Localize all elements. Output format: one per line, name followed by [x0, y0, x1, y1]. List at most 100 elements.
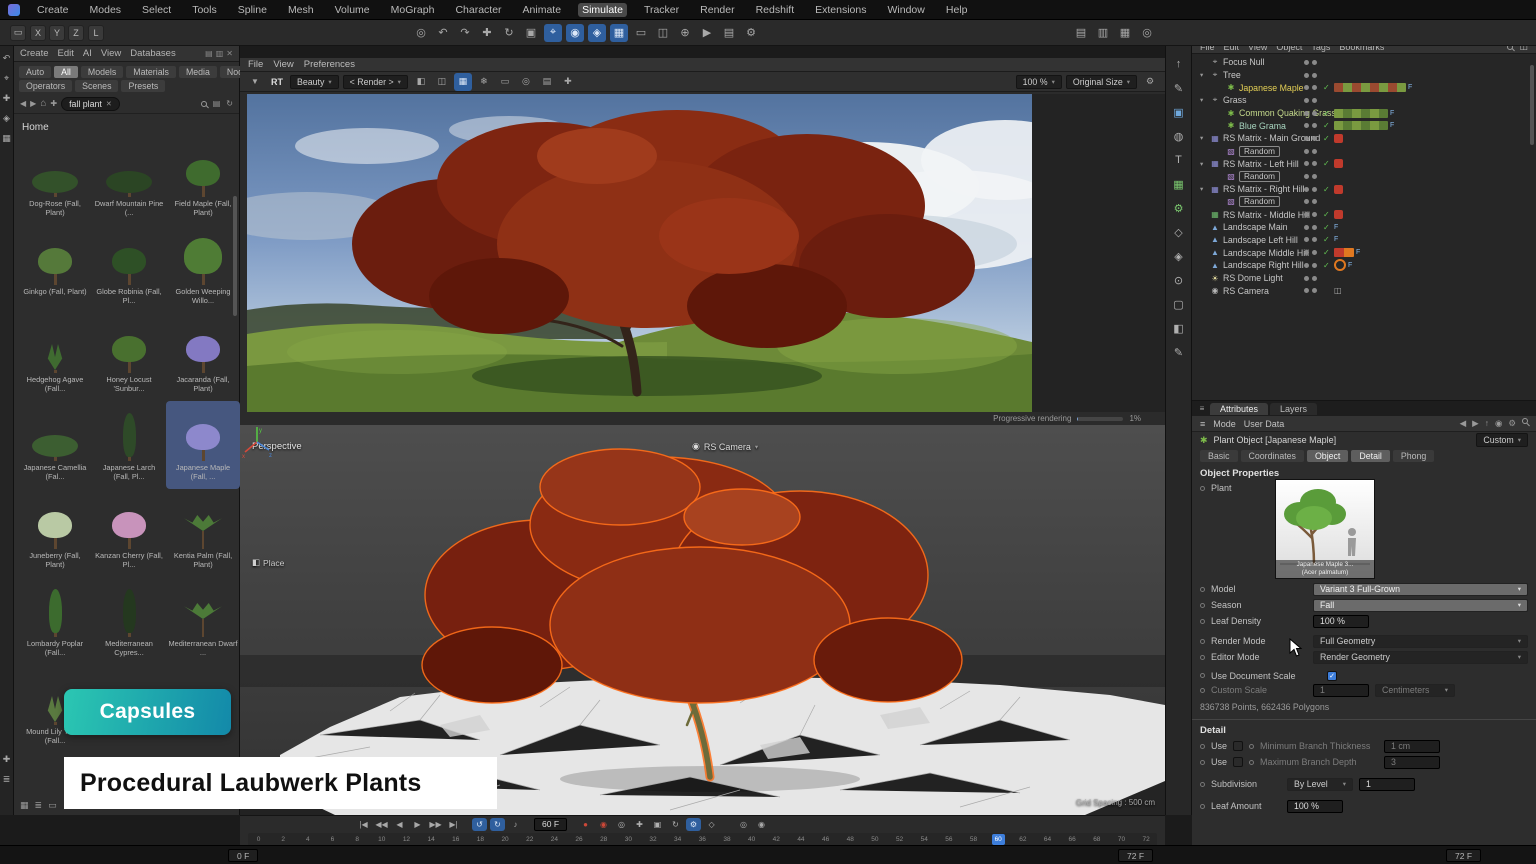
object-name[interactable]: RS Camera [1223, 286, 1269, 296]
object-name[interactable]: Random [1239, 196, 1280, 207]
tag-chips[interactable] [1334, 223, 1338, 232]
autokey-icon[interactable]: ◉ [596, 818, 611, 831]
asset-item[interactable]: Globe Robinia (Fall, Pl... [92, 225, 166, 313]
leaf-density-field[interactable]: 100 % [1313, 615, 1369, 628]
add-strip-icon[interactable]: ✚ [1, 753, 13, 765]
settings-icon[interactable]: ⚙ [1508, 418, 1516, 429]
back-icon[interactable]: ◀ [20, 99, 26, 108]
tree-row[interactable]: Random [1192, 196, 1536, 209]
object-name[interactable]: Focus Null [1223, 57, 1265, 67]
solo-on-icon[interactable]: ◉ [754, 818, 769, 831]
enable-check[interactable]: ✓ [1323, 235, 1330, 244]
asset-menu-item[interactable]: Databases [130, 48, 175, 59]
subdivision-mode-dropdown[interactable]: By Level [1287, 778, 1353, 791]
asset-item[interactable]: Golden Weeping Willo... [166, 225, 240, 313]
filter-tab[interactable]: All [54, 66, 78, 78]
visibility-dots[interactable] [1304, 250, 1317, 255]
next-frame-icon[interactable]: ▶▶ [428, 818, 443, 831]
pingpong-icon[interactable]: ↻ [490, 818, 505, 831]
enable-check[interactable]: ✓ [1323, 185, 1330, 194]
enable-check[interactable]: ✓ [1323, 248, 1330, 257]
filter-tab[interactable]: Models [81, 66, 123, 78]
menu-item[interactable]: Tools [188, 3, 221, 17]
undo-icon[interactable]: ↶ [434, 24, 452, 42]
asset-item[interactable]: Jacaranda (Fall, Plant) [166, 313, 240, 401]
tree-row[interactable]: Focus Null [1192, 56, 1536, 69]
filter-tab[interactable]: Media [179, 66, 217, 78]
frame-tick[interactable]: 64 [1041, 834, 1054, 845]
object-name[interactable]: Blue Grama [1239, 121, 1286, 131]
tree-row[interactable]: ▾ RS Matrix - Left Hill ✓ [1192, 158, 1536, 171]
menu-item[interactable]: Select [138, 3, 175, 17]
frame-tick[interactable]: 34 [671, 834, 684, 845]
cube-tool-icon[interactable]: ▣ [1169, 102, 1189, 122]
plant-preview-thumbnail[interactable]: Japanese Maple 3... (Acer palmatum) [1275, 479, 1375, 579]
pan-icon[interactable]: ✚ [559, 73, 577, 91]
aov-icon[interactable]: ▤ [538, 73, 556, 91]
cursor-strip-icon[interactable]: ⌖ [1, 72, 13, 84]
redo-icon[interactable]: ↷ [456, 24, 474, 42]
tag-chips[interactable] [1334, 185, 1343, 194]
quantize-icon[interactable]: ▦ [610, 24, 628, 42]
frame-tick[interactable]: 48 [844, 834, 857, 845]
tag-chips[interactable] [1334, 286, 1342, 295]
menu-item[interactable]: Mesh [284, 3, 318, 17]
frame-tick[interactable]: 30 [622, 834, 635, 845]
frame-tick[interactable]: 46 [819, 834, 832, 845]
axis-lock-button[interactable]: Y [49, 25, 65, 41]
frame-tick[interactable]: 52 [893, 834, 906, 845]
annotate-tool-icon[interactable]: ✎ [1169, 342, 1189, 362]
attribute-tab[interactable]: Attributes [1210, 403, 1268, 415]
user-data-label[interactable]: User Data [1244, 419, 1285, 429]
tree-row[interactable]: Landscape Middle Hill ✓ [1192, 246, 1536, 259]
info-view-icon[interactable]: ▭ [48, 800, 57, 811]
scale-tool-icon[interactable]: ▣ [522, 24, 540, 42]
magnet-tool-icon[interactable]: ◈ [1169, 246, 1189, 266]
frame-tick[interactable]: 68 [1090, 834, 1103, 845]
enable-check[interactable]: ✓ [1323, 210, 1330, 219]
scale-key-icon[interactable]: ▣ [650, 818, 665, 831]
anim-bullet[interactable] [1200, 486, 1205, 491]
visibility-dots[interactable] [1304, 98, 1317, 103]
frame-tick[interactable]: 18 [474, 834, 487, 845]
menu-item[interactable]: Render [696, 3, 738, 17]
modeling-axis-icon[interactable]: ⊕ [676, 24, 694, 42]
frame-tick[interactable]: 42 [770, 834, 783, 845]
visibility-dots[interactable] [1304, 225, 1317, 230]
object-name[interactable]: Landscape Left Hill [1223, 235, 1298, 245]
pixel-probe-icon[interactable]: ◎ [517, 73, 535, 91]
pen-tool-icon[interactable]: ✎ [1169, 78, 1189, 98]
jump-start-icon[interactable]: |◀ [356, 818, 371, 831]
frame-tick[interactable]: 8 [351, 834, 364, 845]
tree-row[interactable]: RS Camera [1192, 284, 1536, 297]
asset-item[interactable]: Kentia Palm (Fall, Plant) [166, 489, 240, 577]
expand-toggle[interactable]: ▾ [1200, 185, 1209, 193]
render-select[interactable]: < Render > [343, 75, 408, 89]
layout-a-icon[interactable]: ▤ [1072, 24, 1090, 42]
object-name[interactable]: Japanese Maple [1239, 83, 1304, 93]
rt-toggle[interactable]: RT [268, 77, 286, 87]
render-menu-item[interactable]: Preferences [304, 59, 355, 70]
tree-row[interactable]: ▾ RS Matrix - Right Hill ✓ [1192, 183, 1536, 196]
record-icon[interactable]: ● [578, 818, 593, 831]
matrix-tool-icon[interactable]: ▦ [1169, 174, 1189, 194]
sub-tab[interactable]: Operators [19, 80, 72, 92]
tree-row[interactable]: ▾ Tree [1192, 69, 1536, 82]
frame-tick[interactable]: 66 [1066, 834, 1079, 845]
asset-item[interactable]: Mediterranean Cypres... [92, 577, 166, 665]
visibility-dots[interactable] [1304, 111, 1317, 116]
section-tab[interactable]: Object [1307, 450, 1348, 462]
tag-chips[interactable] [1334, 210, 1343, 219]
asset-item[interactable]: Dog-Rose (Fall, Plant) [18, 137, 92, 225]
keyframe-selection-icon[interactable]: ◎ [614, 818, 629, 831]
volume-tool-icon[interactable]: ▢ [1169, 294, 1189, 314]
section-tab[interactable]: Detail [1351, 450, 1390, 462]
time-tool-icon[interactable]: ⊙ [1169, 270, 1189, 290]
visibility-dots[interactable] [1304, 123, 1317, 128]
sub-tab[interactable]: Scenes [75, 80, 118, 92]
menu-item[interactable]: Simulate [578, 3, 627, 17]
section-tab[interactable]: Phong [1393, 450, 1434, 462]
visibility-dots[interactable] [1304, 263, 1317, 268]
zoom-select[interactable]: 100 % [1016, 75, 1062, 89]
object-name[interactable]: Tree [1223, 70, 1241, 80]
